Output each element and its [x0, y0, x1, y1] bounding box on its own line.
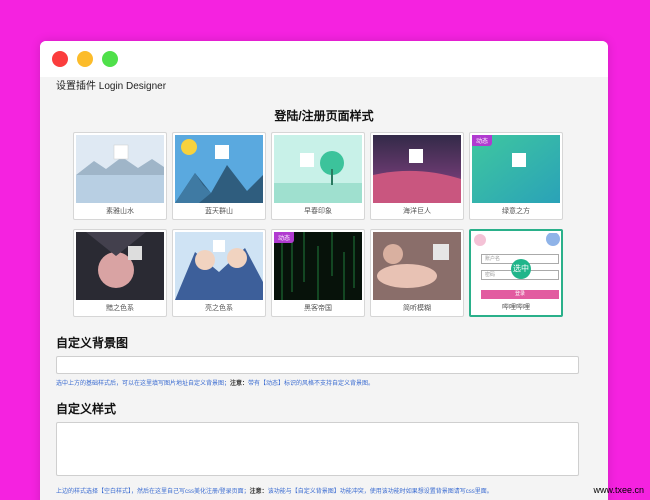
template-card-10[interactable]: 账户名 密码 登录 选中 哔哩哔哩 — [469, 229, 563, 317]
section-title: 登陆/注册页面样式 — [274, 109, 374, 123]
template-thumbnail — [274, 135, 362, 203]
template-card-3[interactable]: 早春印象 — [271, 132, 365, 220]
app-title: 设置插件 Login Designer — [56, 81, 167, 92]
template-label: 黑客帝国 — [304, 305, 332, 312]
dynamic-tag: 动态 — [274, 232, 295, 243]
custom-bg-heading: 自定义背景图 — [56, 336, 129, 350]
minimize-window-button[interactable] — [77, 51, 93, 67]
template-label: 素雅山水 — [106, 208, 134, 215]
template-card-5[interactable]: 动态 绿意之方 — [469, 132, 563, 220]
template-label: 哔哩哔哩 — [502, 304, 530, 311]
template-label: 简听模糊 — [403, 305, 431, 312]
custom-bg-input[interactable] — [56, 356, 579, 374]
custom-style-textarea[interactable] — [56, 422, 579, 476]
template-card-4[interactable]: 海洋巨人 — [370, 132, 464, 220]
dynamic-tag: 动态 — [472, 135, 493, 146]
template-card-9[interactable]: 简听模糊 — [370, 229, 464, 317]
template-label: 早春印象 — [304, 208, 332, 215]
mini-login-button: 登录 — [481, 290, 559, 299]
title-bar — [40, 41, 608, 77]
template-card-7[interactable]: 亮之色系 — [172, 229, 266, 317]
template-thumbnail — [76, 232, 164, 300]
template-card-8[interactable]: 动态 黑客帝国 — [271, 229, 365, 317]
site-watermark: www.txee.cn — [593, 485, 644, 495]
template-card-2[interactable]: 蓝天群山 — [172, 132, 266, 220]
template-thumbnail: 账户名 密码 登录 选中 — [473, 233, 561, 301]
app-window: 设置插件 Login Designer 登陆/注册页面样式 素雅山水 蓝天群山 … — [40, 41, 608, 500]
template-label: 黯之色系 — [106, 305, 134, 312]
close-window-button[interactable] — [52, 51, 68, 67]
template-label: 海洋巨人 — [403, 208, 431, 215]
template-thumbnail — [373, 135, 461, 203]
template-thumbnail — [76, 135, 164, 203]
maximize-window-button[interactable] — [102, 51, 118, 67]
template-label: 亮之色系 — [205, 305, 233, 312]
template-thumbnail — [175, 232, 263, 300]
template-thumbnail — [175, 135, 263, 203]
template-label: 绿意之方 — [502, 208, 530, 215]
custom-style-heading: 自定义样式 — [56, 402, 117, 416]
template-card-6[interactable]: 黯之色系 — [73, 229, 167, 317]
template-thumbnail — [373, 232, 461, 300]
template-label: 蓝天群山 — [205, 208, 233, 215]
selected-badge: 选中 — [511, 259, 531, 279]
custom-bg-hint: 选中上方的基础样式后，可以在这里填写图片地址自定义背景图；注意：带有【动态】标识… — [56, 381, 375, 387]
template-card-1[interactable]: 素雅山水 — [73, 132, 167, 220]
custom-style-hint: 上边的样式选择【空白样式】，然后在这里自己写css美化注册/登录页面；注意：该功… — [56, 489, 493, 495]
